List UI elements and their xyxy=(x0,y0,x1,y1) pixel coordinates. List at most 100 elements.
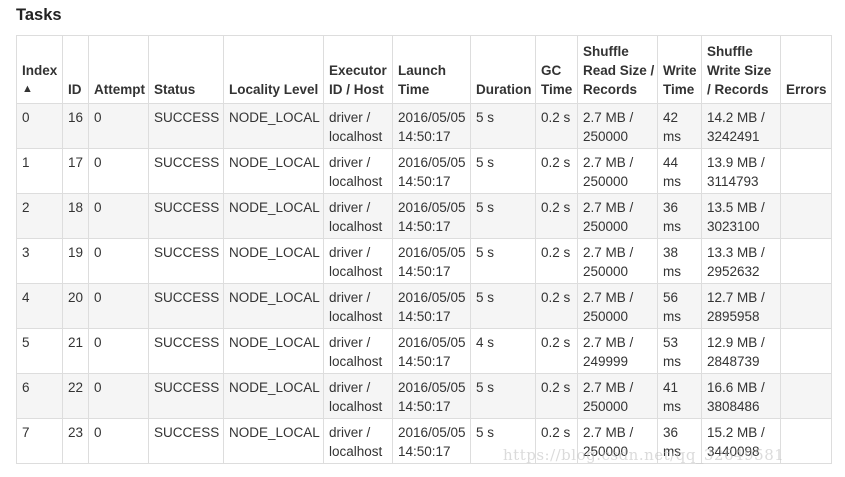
cell-write-time-text: 38 xyxy=(663,245,679,260)
cell-shuffle-read-text: 2.7 MB / xyxy=(583,200,634,215)
cell-write-time-text: 36 xyxy=(663,200,679,215)
cell-gc-time: 0.2 s xyxy=(535,103,578,149)
cell-status: SUCCESS xyxy=(148,193,224,239)
cell-executor-host-text: driver / xyxy=(329,290,371,305)
column-header-label: Status xyxy=(154,82,196,97)
cell-shuffle-read: 2.7 MB / 250000 xyxy=(577,148,658,194)
cell-shuffle-write-text: 12.9 MB / xyxy=(707,335,765,350)
column-header-duration[interactable]: Duration xyxy=(470,35,536,104)
cell-write-time: 44 ms xyxy=(657,148,702,194)
cell-write-time-text: ms xyxy=(663,309,681,324)
cell-errors xyxy=(780,328,832,374)
column-header-label: Attempt xyxy=(94,82,145,97)
cell-attempt-text: 0 xyxy=(94,380,102,395)
cell-status-text: SUCCESS xyxy=(154,155,220,170)
cell-index-text: 0 xyxy=(22,110,30,125)
cell-gc-time-text: 0.2 s xyxy=(541,155,571,170)
cell-shuffle-write-text: 2952632 xyxy=(707,264,760,279)
column-header-label: ID / Host xyxy=(329,82,384,97)
cell-attempt-text: 0 xyxy=(94,155,102,170)
cell-status-text: SUCCESS xyxy=(154,110,220,125)
cell-shuffle-write: 13.9 MB / 3114793 xyxy=(701,148,781,194)
cell-shuffle-write-text: 3023100 xyxy=(707,219,760,234)
cell-launch-time-text: 2016/05/05 xyxy=(398,335,466,350)
cell-shuffle-write: 12.9 MB / 2848739 xyxy=(701,328,781,374)
cell-executor-host-text: localhost xyxy=(329,444,383,459)
cell-id-text: 17 xyxy=(68,155,84,170)
cell-launch-time-text: 2016/05/05 xyxy=(398,200,466,215)
column-header-index[interactable]: Index ▲ xyxy=(16,35,63,104)
cell-launch-time-text: 14:50:17 xyxy=(398,174,451,189)
cell-duration: 5 s xyxy=(470,283,536,329)
cell-launch-time-text: 2016/05/05 xyxy=(398,110,466,125)
cell-gc-time-text: 0.2 s xyxy=(541,425,571,440)
column-header-launch-time[interactable]: Launch Time xyxy=(392,35,471,104)
cell-duration: 4 s xyxy=(470,328,536,374)
column-header-shuffle-read[interactable]: Shuffle Read Size / Records xyxy=(577,35,658,104)
cell-status: SUCCESS xyxy=(148,328,224,374)
cell-shuffle-read-text: 2.7 MB / xyxy=(583,335,634,350)
cell-attempt-text: 0 xyxy=(94,200,102,215)
cell-duration: 5 s xyxy=(470,373,536,419)
cell-id-text: 23 xyxy=(68,425,84,440)
column-header-write-time[interactable]: Write Time xyxy=(657,35,702,104)
cell-shuffle-write-text: 13.9 MB / xyxy=(707,155,765,170)
cell-locality-level: NODE_LOCAL xyxy=(223,283,324,329)
cell-launch-time: 2016/05/05 14:50:17 xyxy=(392,328,471,374)
cell-shuffle-read: 2.7 MB / 249999 xyxy=(577,328,658,374)
cell-executor-host: driver / localhost xyxy=(323,418,393,464)
cell-index-text: 7 xyxy=(22,425,30,440)
cell-gc-time: 0.2 s xyxy=(535,148,578,194)
cell-executor-host-text: driver / xyxy=(329,335,371,350)
cell-id: 18 xyxy=(62,193,89,239)
column-header-status[interactable]: Status xyxy=(148,35,224,104)
cell-id: 16 xyxy=(62,103,89,149)
cell-shuffle-read-text: 2.7 MB / xyxy=(583,380,634,395)
cell-locality-level: NODE_LOCAL xyxy=(223,103,324,149)
cell-launch-time-text: 2016/05/05 xyxy=(398,425,466,440)
cell-gc-time-text: 0.2 s xyxy=(541,110,571,125)
cell-shuffle-write-text: 15.2 MB / xyxy=(707,425,765,440)
cell-write-time-text: ms xyxy=(663,174,681,189)
cell-duration-text: 5 s xyxy=(476,380,495,395)
cell-gc-time-text: 0.2 s xyxy=(541,200,571,215)
cell-errors xyxy=(780,373,832,419)
cell-launch-time-text: 2016/05/05 xyxy=(398,155,466,170)
table-row: 4 20 0 SUCCESS NODE_LOCAL driver / localhost 20… xyxy=(16,283,832,329)
cell-errors xyxy=(780,148,832,194)
cell-gc-time: 0.2 s xyxy=(535,193,578,239)
column-header-locality-level[interactable]: Locality Level xyxy=(223,35,324,104)
column-header-id[interactable]: ID xyxy=(62,35,89,104)
column-header-executor[interactable]: Executor ID / Host xyxy=(323,35,393,104)
column-header-label: Errors xyxy=(786,82,827,97)
cell-shuffle-read: 2.7 MB / 250000 xyxy=(577,283,658,329)
cell-locality-level-text: NODE_LOCAL xyxy=(229,335,320,350)
cell-locality-level-text: NODE_LOCAL xyxy=(229,245,320,260)
cell-gc-time: 0.2 s xyxy=(535,418,578,464)
cell-executor-host-text: localhost xyxy=(329,399,383,414)
cell-duration-text: 4 s xyxy=(476,335,495,350)
cell-shuffle-read: 2.7 MB / 250000 xyxy=(577,193,658,239)
cell-launch-time-text: 14:50:17 xyxy=(398,264,451,279)
cell-status: SUCCESS xyxy=(148,148,224,194)
cell-id-text: 16 xyxy=(68,110,84,125)
cell-index-text: 5 xyxy=(22,335,30,350)
cell-launch-time-text: 2016/05/05 xyxy=(398,245,466,260)
cell-gc-time-text: 0.2 s xyxy=(541,290,571,305)
cell-write-time-text: 41 xyxy=(663,380,679,395)
column-header-attempt[interactable]: Attempt xyxy=(88,35,149,104)
cell-executor-host: driver / localhost xyxy=(323,238,393,284)
cell-duration-text: 5 s xyxy=(476,200,495,215)
cell-executor-host-text: driver / xyxy=(329,245,371,260)
column-header-label: Time xyxy=(541,82,573,97)
cell-write-time-text: ms xyxy=(663,399,681,414)
column-header-gc-time[interactable]: GC Time xyxy=(535,35,578,104)
cell-duration: 5 s xyxy=(470,238,536,284)
cell-status-text: SUCCESS xyxy=(154,335,220,350)
cell-locality-level: NODE_LOCAL xyxy=(223,373,324,419)
column-header-errors[interactable]: Errors xyxy=(780,35,832,104)
cell-launch-time: 2016/05/05 14:50:17 xyxy=(392,103,471,149)
column-header-shuffle-write[interactable]: Shuffle Write Size / Records xyxy=(701,35,781,104)
cell-locality-level: NODE_LOCAL xyxy=(223,193,324,239)
cell-shuffle-write-text: 2895958 xyxy=(707,309,760,324)
